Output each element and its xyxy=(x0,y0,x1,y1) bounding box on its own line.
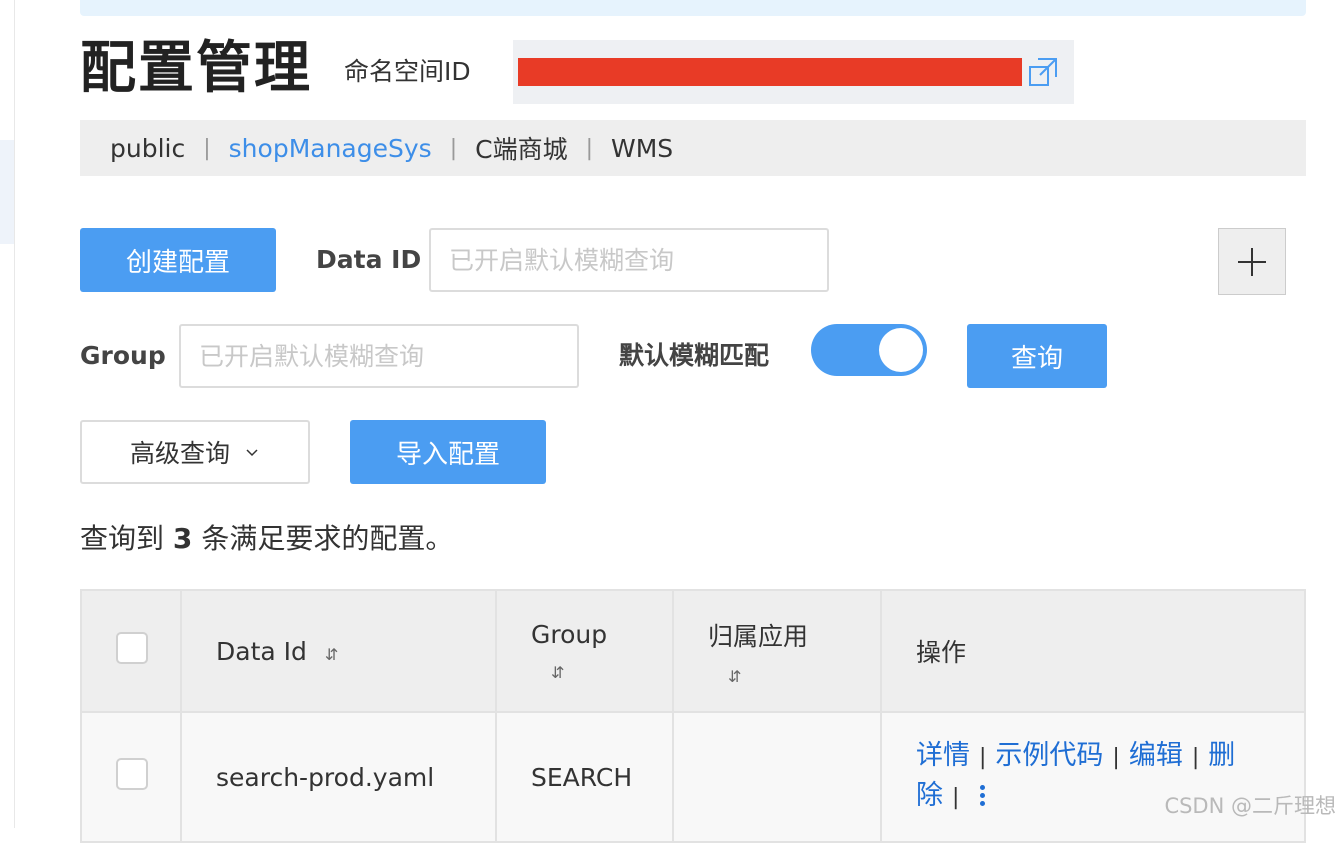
left-nav-highlight xyxy=(0,140,14,244)
cell-actions: 详情 | 示例代码 | 编辑 | 删除 | xyxy=(880,711,1306,843)
copy-icon[interactable] xyxy=(1027,56,1059,88)
cell-data-id: search-prod.yaml xyxy=(180,711,497,843)
page-title: 配置管理 xyxy=(80,36,312,101)
fuzzy-match-label: 默认模糊匹配 xyxy=(619,341,770,370)
header-app-label: 归属应用 xyxy=(708,621,809,651)
row-select xyxy=(80,711,182,843)
namespace-tab-shopmanagesys[interactable]: shopManageSys xyxy=(229,134,432,163)
toggle-knob xyxy=(879,328,923,372)
data-id-input[interactable] xyxy=(429,228,829,292)
group-input[interactable] xyxy=(179,324,579,388)
fuzzy-match-toggle[interactable] xyxy=(811,324,927,376)
cell-app xyxy=(672,711,882,843)
namespace-tab-c-mall[interactable]: C端商城 xyxy=(475,130,567,166)
namespace-id-redacted xyxy=(518,58,1022,86)
namespace-tab-public[interactable]: public xyxy=(110,134,185,163)
more-vertical-icon[interactable] xyxy=(978,782,986,812)
action-separator: | xyxy=(1191,745,1200,770)
left-nav-strip xyxy=(0,0,15,828)
sort-icon[interactable]: ⇵ xyxy=(325,645,338,664)
namespace-tabs: public | shopManageSys | C端商城 | WMS xyxy=(80,120,1306,176)
sample-code-link[interactable]: 示例代码 xyxy=(995,740,1103,771)
action-separator: | xyxy=(979,745,987,770)
advanced-query-label: 高级查询 xyxy=(129,439,230,468)
create-config-button[interactable]: 创建配置 xyxy=(80,228,276,292)
edit-link[interactable]: 编辑 xyxy=(1129,740,1183,771)
result-summary: 查询到 3 条满足要求的配置。 xyxy=(80,519,453,559)
namespace-tab-wms[interactable]: WMS xyxy=(611,134,673,163)
tab-separator: | xyxy=(449,135,458,161)
watermark: CSDN @二斤理想 xyxy=(1164,794,1336,818)
advanced-query-dropdown[interactable]: 高级查询 xyxy=(80,420,310,484)
namespace-label: 命名空间ID xyxy=(344,57,471,86)
action-separator: | xyxy=(1112,745,1120,770)
table-row: search-prod.yaml SEARCH 详情 | 示例代码 | 编辑 | 删除 | xyxy=(80,711,1306,843)
header-data-id[interactable]: Data Id ⇵ xyxy=(180,589,497,713)
action-separator: | xyxy=(952,785,960,810)
tab-separator: | xyxy=(203,135,211,161)
cell-group: SEARCH xyxy=(495,711,674,843)
sort-icon[interactable]: ⇵ xyxy=(551,663,672,682)
config-table: Data Id ⇵ Group ⇵ 归属应用 ⇵ 操作 search-prod.y… xyxy=(80,589,1306,843)
data-id-label: Data ID xyxy=(316,245,422,274)
import-config-button[interactable]: 导入配置 xyxy=(350,420,546,484)
tab-separator: | xyxy=(585,135,593,161)
result-suffix: 条满足要求的配置。 xyxy=(201,522,454,555)
plus-icon xyxy=(1238,247,1266,276)
header-actions: 操作 xyxy=(880,589,1306,713)
add-button[interactable] xyxy=(1218,228,1286,295)
header-app[interactable]: 归属应用 ⇵ xyxy=(672,589,882,713)
result-prefix: 查询到 xyxy=(80,522,165,555)
table-header-row: Data Id ⇵ Group ⇵ 归属应用 ⇵ 操作 xyxy=(80,589,1306,713)
header-group[interactable]: Group ⇵ xyxy=(495,589,674,713)
chevron-down-icon xyxy=(246,449,258,457)
header-data-id-label: Data Id xyxy=(216,636,307,666)
group-label: Group xyxy=(80,341,166,370)
sort-icon[interactable]: ⇵ xyxy=(728,667,880,686)
detail-link[interactable]: 详情 xyxy=(916,740,970,771)
header-group-label: Group xyxy=(531,620,608,649)
result-count: 3 xyxy=(172,522,193,555)
query-button[interactable]: 查询 xyxy=(967,324,1107,388)
notice-bar xyxy=(80,0,1306,16)
row-checkbox[interactable] xyxy=(116,758,148,790)
header-actions-label: 操作 xyxy=(916,638,967,667)
select-all-checkbox[interactable] xyxy=(116,632,148,664)
header-select-all xyxy=(80,589,182,713)
